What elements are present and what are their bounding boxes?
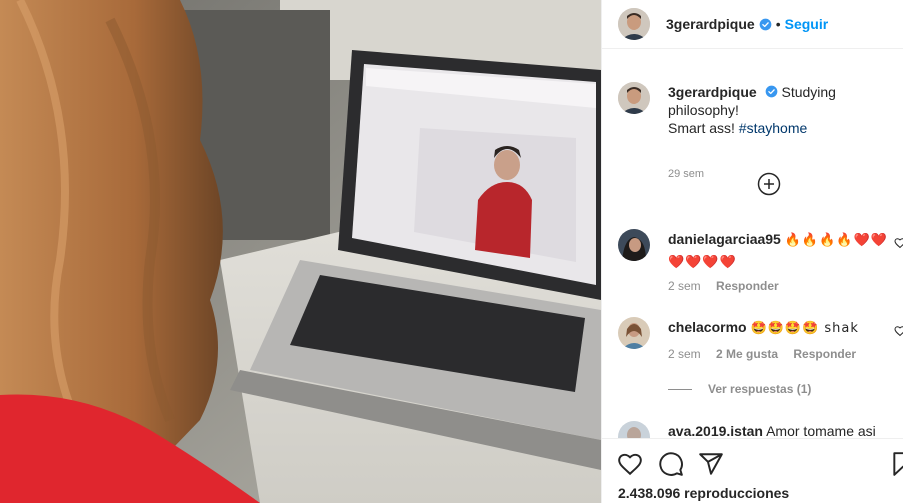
caption-username[interactable]: 3gerardpique [668,84,757,100]
comment-body: 🤩🤩🤩🤩 shak [750,321,859,336]
comment-like-heart-icon[interactable] [894,237,903,249]
comment-text: danielagarciaa95 🔥🔥🔥🔥❤️❤️ ❤️❤️❤️❤️ [668,229,890,273]
caption-line2: Smart ass! [668,120,739,136]
view-count: 2.438.096 reproducciones [618,485,790,501]
commenter-avatar[interactable] [618,421,650,438]
comments-area[interactable]: 3gerardpique Studying philosophy! Smart … [602,49,903,438]
reply-button[interactable]: Responder [716,279,779,293]
save-icon[interactable] [890,451,903,477]
post-actions-bar: 2.438.096 reproducciones [602,438,903,503]
comment-icon[interactable] [658,451,684,477]
comment-timestamp: 2 sem [668,347,701,361]
author-avatar[interactable] [618,8,650,40]
verified-badge-icon [765,85,777,98]
comment-timestamp: 2 sem [668,279,701,293]
view-replies-label: Ver respuestas (1) [708,382,812,396]
verified-badge-icon [759,18,772,30]
reply-button[interactable]: Responder [793,347,856,361]
caption-text: 3gerardpique Studying philosophy! Smart … [668,83,903,137]
caption-hashtag[interactable]: #stayhome [739,120,807,136]
follow-button[interactable]: Seguir [785,16,829,32]
commenter-username[interactable]: danielagarciaa95 [668,231,781,247]
header-separator: • [775,16,781,32]
comment-likes-count[interactable]: 2 Me gusta [716,347,778,361]
view-replies-button[interactable]: Ver respuestas (1) [668,382,811,396]
comment-meta: 2 sem Responder [668,279,791,293]
heart-icon[interactable] [617,451,643,477]
comment-emojis-line2: ❤️❤️❤️❤️ [668,255,737,270]
commenter-username[interactable]: chelacormo [668,319,747,335]
comment-text: chelacormo 🤩🤩🤩🤩 shak [668,317,890,339]
add-comment-icon[interactable] [757,172,781,196]
caption-author-avatar[interactable] [618,82,650,114]
comment-meta: 2 sem 2 Me gusta Responder [668,347,868,361]
author-username[interactable]: 3gerardpique [666,16,755,32]
replies-divider-line [668,388,692,390]
post-header: 3gerardpique • Seguir [602,0,903,49]
comment-emojis: 🔥🔥🔥🔥❤️❤️ [784,233,888,248]
comment-like-heart-icon[interactable] [894,325,903,337]
commenter-avatar[interactable] [618,317,650,349]
post-side-panel: 3gerardpique • Seguir 3gerardpique Study… [601,0,903,503]
commenter-username[interactable]: ava.2019.istan [668,423,763,438]
video-frame-image [0,0,601,503]
commenter-avatar[interactable] [618,229,650,261]
comment-body: Amor tomame asi [766,423,876,438]
share-icon[interactable] [698,451,724,477]
video-player[interactable] [0,0,601,503]
comment-text: ava.2019.istan Amor tomame asi [668,421,890,438]
caption-timestamp: 29 sem [668,168,705,180]
